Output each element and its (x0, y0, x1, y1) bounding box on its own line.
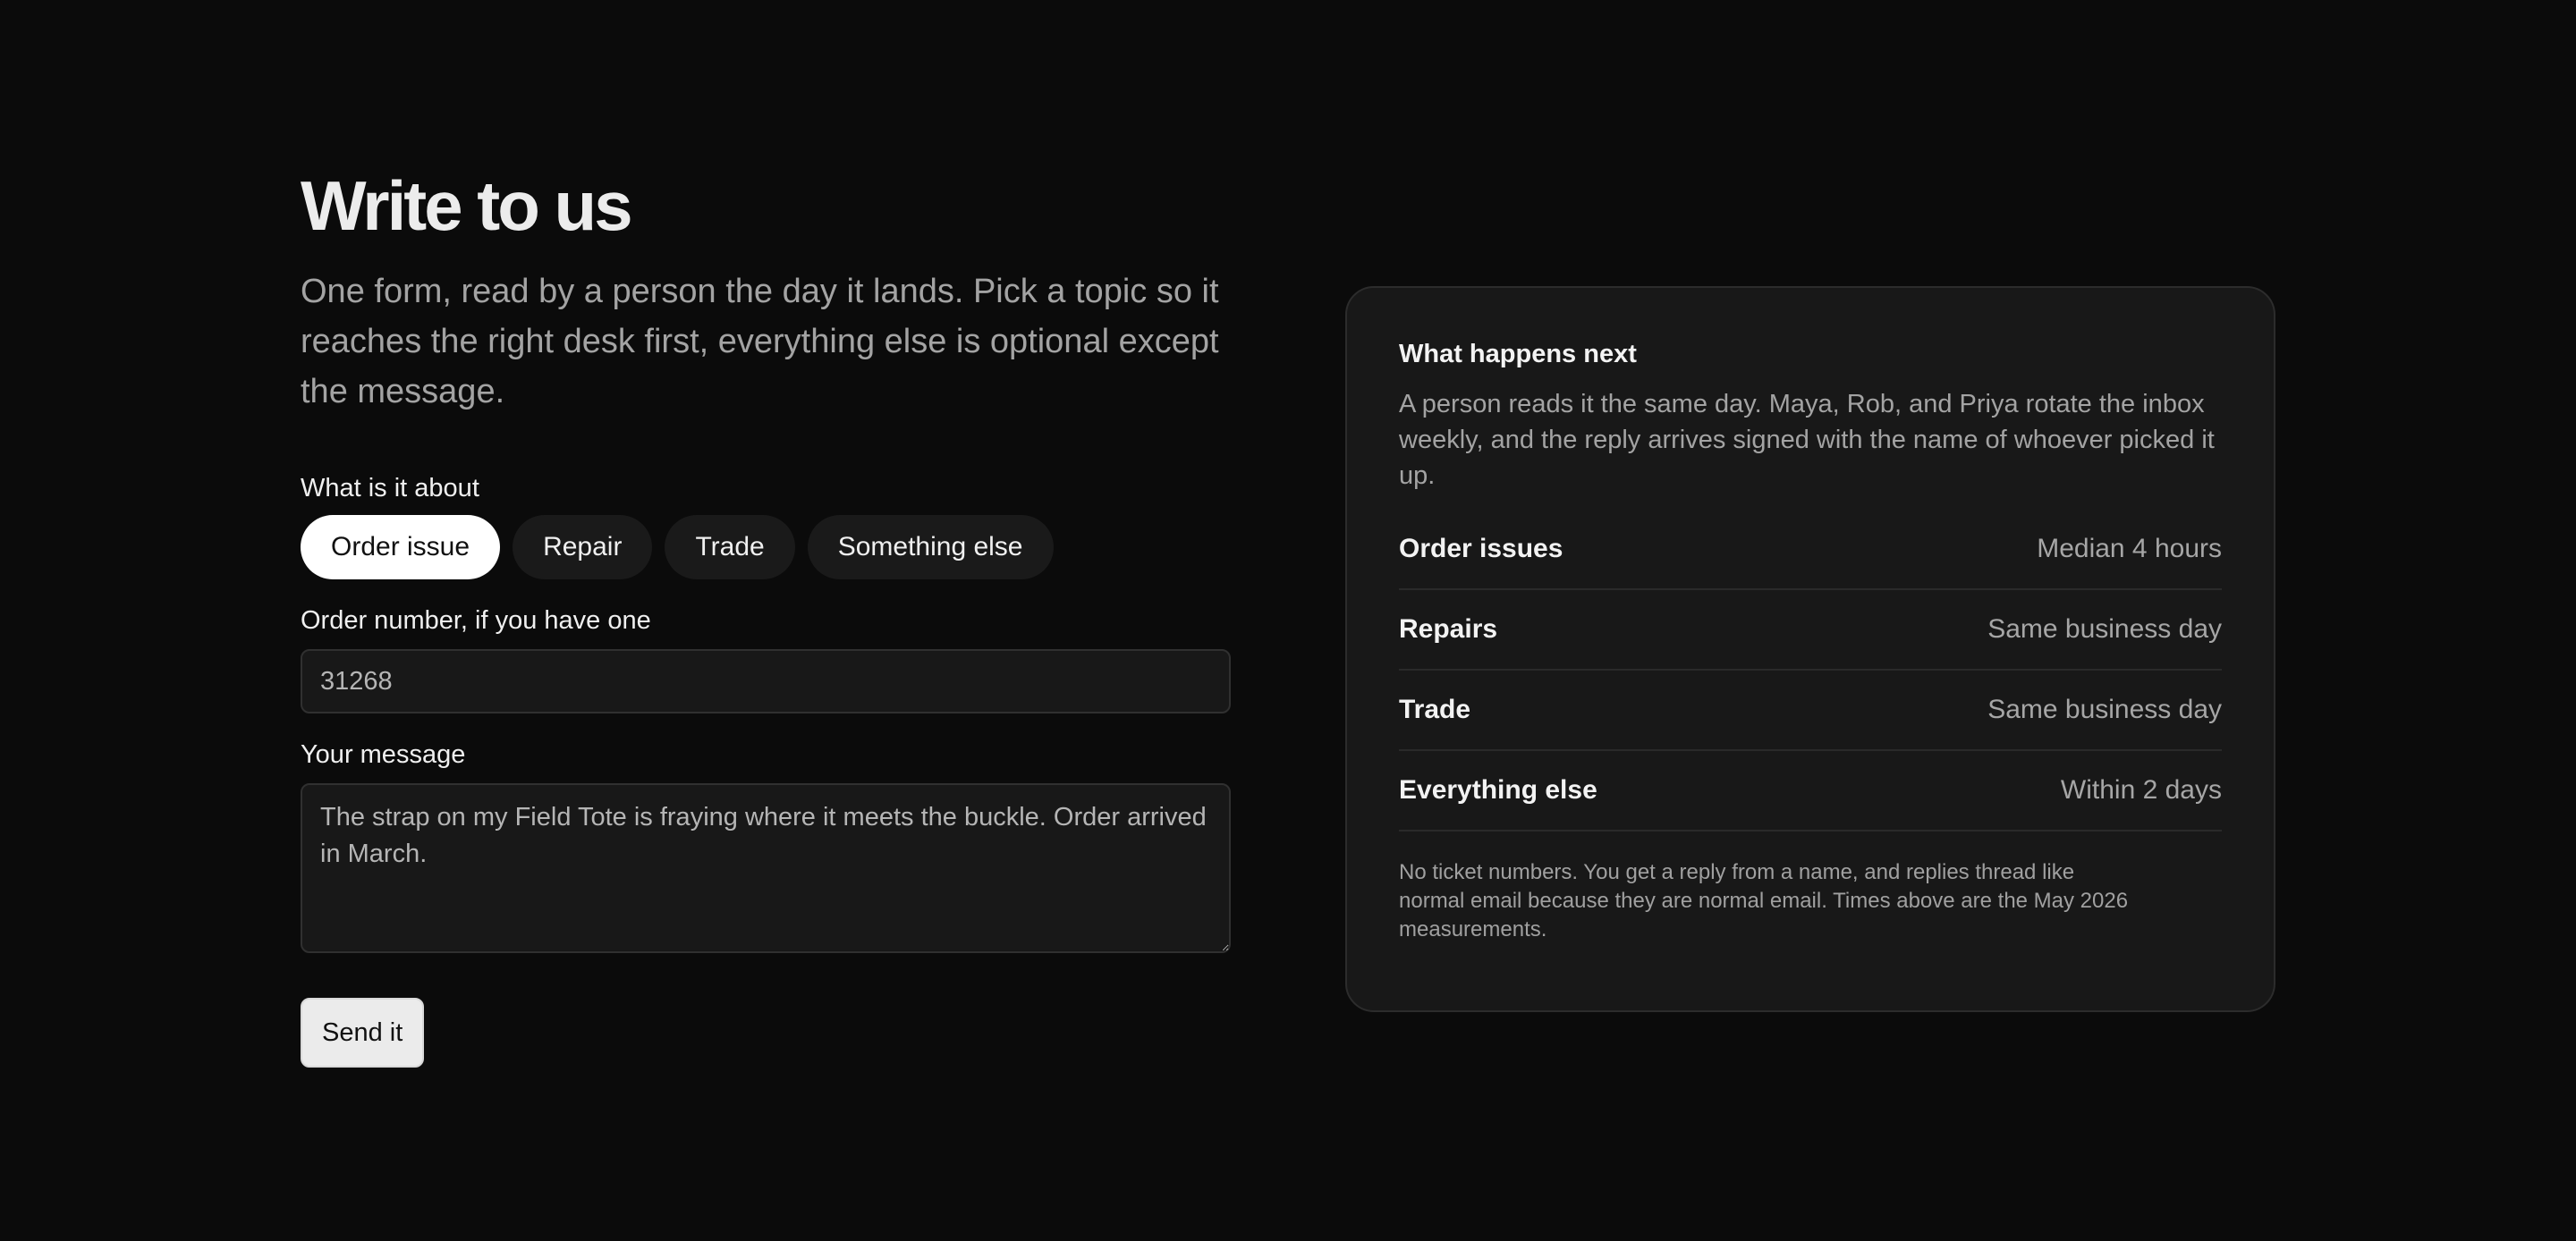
response-time: Median 4 hours (2037, 534, 2222, 563)
message-textarea[interactable]: The strap on my Field Tote is fraying wh… (301, 783, 1231, 953)
order-number-input[interactable] (301, 649, 1231, 713)
card-footnote: No ticket numbers. You get a reply from … (1399, 860, 2129, 941)
topic-repair[interactable]: Repair (513, 515, 653, 579)
contact-form: Write to us One form, read by a person t… (301, 161, 1231, 1068)
response-row: Trade Same business day (1399, 671, 2222, 751)
topic-trade[interactable]: Trade (665, 515, 795, 579)
intro-text: One form, read by a person the day it la… (301, 273, 1219, 410)
card-description: A person reads it the same day. Maya, Ro… (1399, 390, 2215, 490)
response-times-list: Order issues Median 4 hours Repairs Same… (1399, 510, 2222, 832)
response-topic: Order issues (1399, 534, 1563, 563)
page-title: Write to us (301, 166, 633, 245)
response-row: Everything else Within 2 days (1399, 751, 2222, 832)
card-title: What happens next (1399, 340, 1637, 368)
response-time: Same business day (1987, 695, 2222, 724)
topic-something-else[interactable]: Something else (807, 515, 1054, 579)
response-row: Order issues Median 4 hours (1399, 510, 2222, 590)
message-label: Your message (301, 740, 466, 769)
topic-label: What is it about (301, 474, 479, 502)
response-topic: Everything else (1399, 775, 1597, 805)
what-happens-next-card: What happens next A person reads it the … (1345, 286, 2275, 1012)
send-button[interactable]: Send it (301, 998, 425, 1068)
response-topic: Repairs (1399, 614, 1498, 644)
response-time: Within 2 days (2060, 775, 2222, 805)
order-number-label: Order number, if you have one (301, 606, 651, 635)
topic-order-issue[interactable]: Order issue (301, 515, 501, 579)
response-topic: Trade (1399, 695, 1471, 724)
response-row: Repairs Same business day (1399, 590, 2222, 671)
topic-selector: Order issue Repair Trade Something else (301, 515, 1231, 579)
response-time: Same business day (1987, 614, 2222, 644)
